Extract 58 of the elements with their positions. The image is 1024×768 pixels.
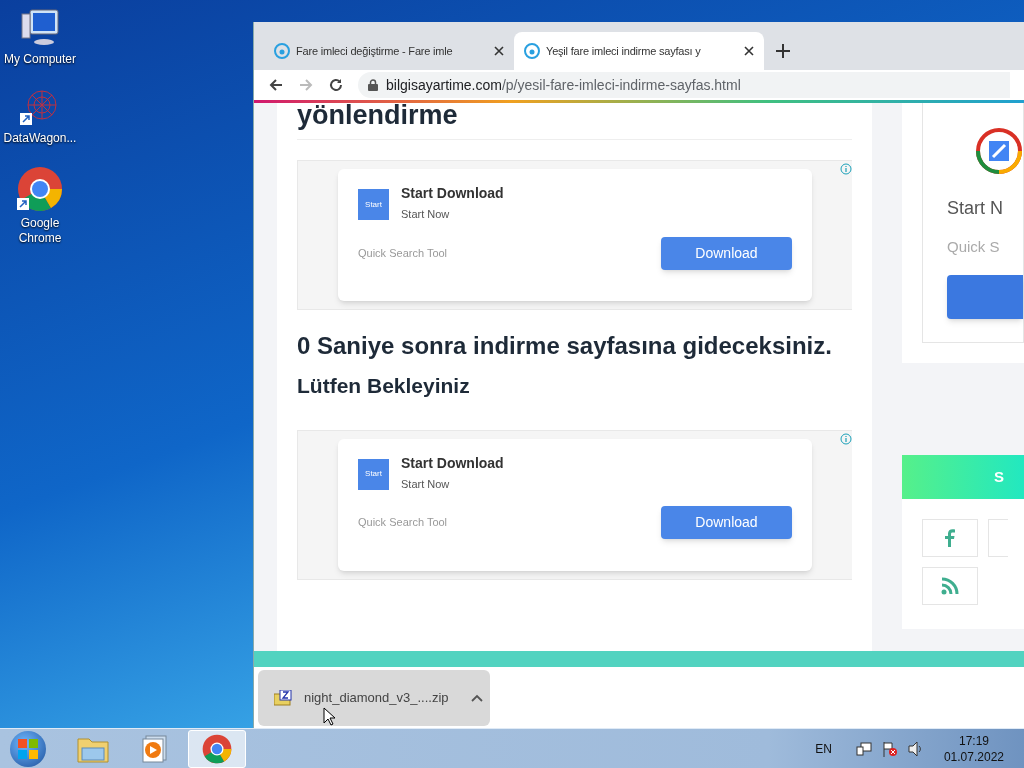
- close-icon[interactable]: [494, 46, 504, 56]
- start-button[interactable]: [10, 730, 46, 767]
- banner-text: S: [994, 466, 1004, 487]
- flag-error-icon[interactable]: [881, 740, 898, 757]
- address-bar[interactable]: bilgisayartime.com/p/yesil-fare-imleci-indirme-sayfas.html: [358, 72, 1010, 98]
- countdown-heading: 0 Saniye sonra indirme sayfasına gideceksiniz.: [297, 331, 833, 361]
- icon-label[interactable]: My Computer: [1, 52, 79, 67]
- facebook-icon: [945, 529, 955, 547]
- sidebar-button[interactable]: [947, 274, 1023, 319]
- new-tab-icon[interactable]: [776, 44, 790, 58]
- browser-tab[interactable]: Yeşil fare imleci indirme sayfası y: [514, 32, 764, 70]
- ad-subtitle: Start Now: [401, 476, 451, 492]
- download-filename: night_diamond_v3_....zip: [304, 688, 449, 707]
- clock[interactable]: 17:19 01.07.2022: [943, 732, 1004, 765]
- icon-label[interactable]: DataWagon...: [1, 131, 79, 146]
- clock-time: 17:19: [958, 732, 989, 749]
- caret-icon[interactable]: [470, 693, 483, 702]
- speaker-icon[interactable]: [907, 740, 924, 757]
- back-icon[interactable]: [268, 77, 284, 93]
- lock-icon: [368, 79, 378, 91]
- sidebar-title: Start N: [947, 197, 1004, 220]
- reload-icon[interactable]: [328, 77, 344, 93]
- starburst-icon: [20, 87, 60, 127]
- site-icon: [274, 43, 290, 59]
- close-icon[interactable]: [744, 46, 754, 56]
- info-icon[interactable]: [840, 432, 852, 445]
- chrome-icon: [202, 733, 232, 764]
- media-player-icon: [142, 734, 168, 763]
- info-icon[interactable]: [840, 163, 852, 175]
- ad-title[interactable]: Start Download: [401, 452, 504, 474]
- sidebar-tagline: Quick S: [947, 237, 1001, 257]
- rss-button[interactable]: [922, 567, 978, 605]
- computer-icon: [20, 8, 60, 48]
- download-item[interactable]: night_diamond_v3_....zip: [258, 669, 490, 726]
- tab-title: Yeşil fare imleci indirme sayfası y: [546, 43, 702, 59]
- ad-title[interactable]: Start Download: [401, 183, 504, 204]
- ad-subtitle: Start Now: [401, 207, 451, 222]
- ad-logo: Start: [358, 189, 389, 220]
- taskbar-app-button[interactable]: [188, 729, 246, 768]
- chrome-icon: [17, 166, 63, 212]
- rss-icon: [941, 577, 959, 595]
- ad-logo: Start: [358, 458, 389, 490]
- wait-heading: Lütfen Bekleyiniz: [297, 373, 471, 399]
- windows-logo-icon: [18, 738, 38, 759]
- site-icon: [524, 43, 540, 59]
- facebook-button[interactable]: [922, 519, 978, 557]
- clock-date: 01.07.2022: [943, 748, 1004, 765]
- archive-file-icon: [274, 689, 292, 706]
- browser-tab[interactable]: Fare imleci değiştirme - Fare imle: [264, 32, 514, 70]
- language-indicator[interactable]: EN: [815, 739, 832, 758]
- ad-tagline: Quick Search Tool: [358, 515, 448, 531]
- icon-label[interactable]: Google Chrome: [1, 216, 79, 246]
- page-heading: yönlendirme: [297, 103, 852, 140]
- ad-tagline: Quick Search Tool: [358, 245, 448, 261]
- download-button[interactable]: Download: [661, 236, 792, 270]
- tab-title: Fare imleci değiştirme - Fare imle: [296, 43, 454, 59]
- network-icon[interactable]: [855, 740, 872, 757]
- download-button[interactable]: Download: [661, 506, 792, 539]
